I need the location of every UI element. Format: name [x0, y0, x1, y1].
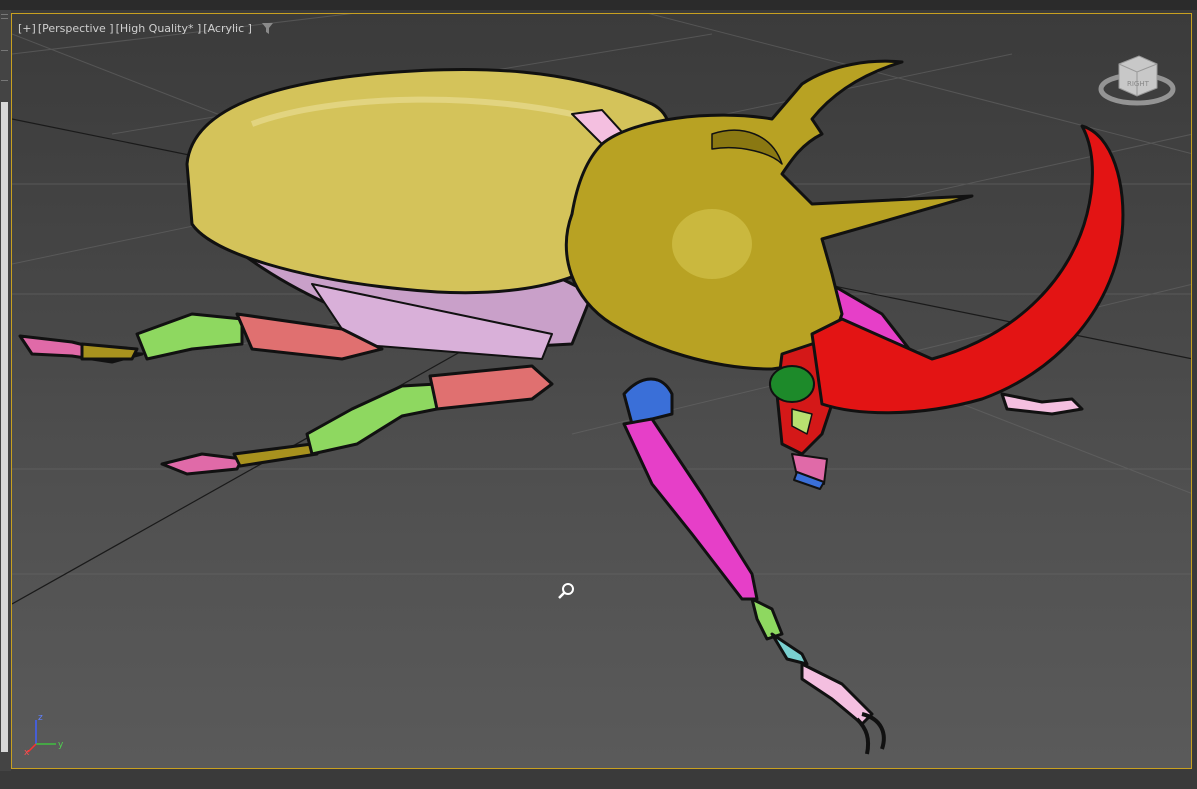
bottom-status-strip: [0, 771, 1197, 789]
eye[interactable]: [769, 365, 815, 403]
filter-icon[interactable]: [261, 22, 273, 34]
femur-middle-left[interactable]: [428, 364, 554, 411]
tarsus-segments-middle-left[interactable]: [232, 442, 319, 468]
pronotum-highlight: [672, 209, 752, 279]
viewport-label-bar[interactable]: [+] [Perspective ] [High Quality* ] [Acr…: [18, 20, 273, 36]
cephalic-horn[interactable]: [810, 124, 1125, 415]
tarsus1-front-left[interactable]: [750, 597, 784, 641]
left-scrollbar[interactable]: [1, 102, 8, 752]
tibia-back-left[interactable]: [135, 312, 244, 361]
tibia-front-left[interactable]: [622, 417, 759, 601]
viewcube-face-label: RIGHT: [1127, 80, 1150, 88]
left-strip-tick: [1, 14, 8, 15]
axis-label-x: x: [24, 748, 30, 756]
viewport-style-label[interactable]: [Acrylic ]: [203, 22, 252, 35]
tarsus2-front-left[interactable]: [770, 632, 809, 666]
left-panel-strip: [0, 10, 11, 789]
viewport-shading-label[interactable]: [High Quality* ]: [116, 22, 202, 35]
viewcube-icon[interactable]: RIGHT: [1097, 44, 1177, 114]
zoom-cursor-icon: [558, 583, 574, 599]
tibia-middle-left[interactable]: [305, 382, 439, 456]
left-strip-tick: [1, 50, 8, 51]
tarsus-back-right[interactable]: [1000, 392, 1084, 416]
left-strip-tick: [1, 80, 8, 81]
axis-label-z: z: [38, 713, 43, 723]
viewport-plus-menu[interactable]: [+]: [18, 22, 36, 35]
left-strip-tick: [1, 18, 8, 19]
scene-canvas[interactable]: [12, 14, 1192, 769]
tarsus-middle-left[interactable]: [160, 452, 244, 476]
tarsus-segments-back-left[interactable]: [80, 342, 139, 361]
viewport-view-label[interactable]: [Perspective ]: [38, 22, 114, 35]
axis-gizmo-icon: z y x: [24, 713, 64, 756]
tarsus3-front-left[interactable]: [800, 662, 874, 726]
perspective-viewport[interactable]: [+] [Perspective ] [High Quality* ] [Acr…: [11, 13, 1192, 769]
axis-label-y: y: [58, 740, 64, 750]
beetle-model[interactable]: [18, 59, 1125, 755]
top-toolbar-strip: [0, 0, 1197, 10]
coxa-front-left[interactable]: [622, 377, 674, 426]
